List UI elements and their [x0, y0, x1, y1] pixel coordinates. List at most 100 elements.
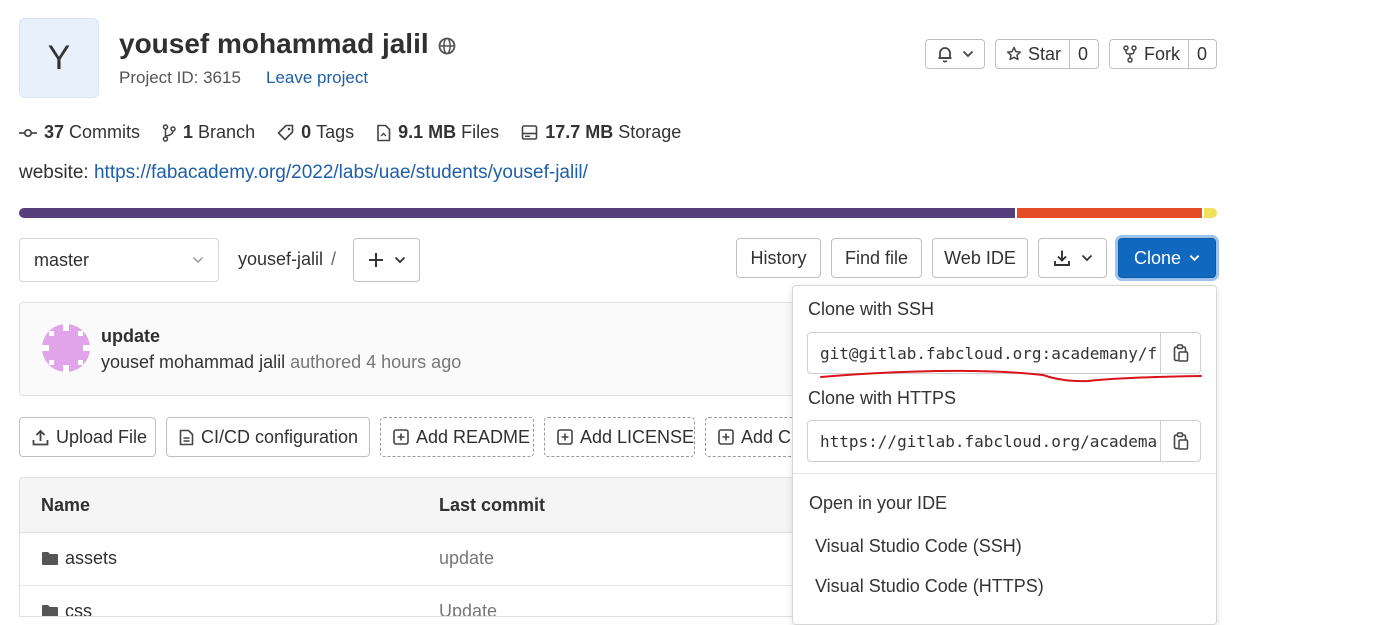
folder-name: css [65, 601, 92, 617]
language-segment [19, 208, 1015, 218]
folder-icon [41, 551, 59, 566]
commits-count: 37 [44, 122, 65, 142]
commit-message-cell[interactable]: Update [439, 601, 497, 616]
add-readme-label: Add README [416, 426, 531, 447]
plus-square-icon [393, 429, 416, 445]
download-icon [1053, 249, 1071, 267]
breadcrumb-separator: / [331, 249, 337, 269]
fork-count[interactable]: 0 [1188, 40, 1215, 68]
table-row[interactable]: assets update [20, 533, 798, 586]
upload-file-button[interactable]: Upload File [19, 417, 156, 457]
add-license-button[interactable]: Add LICENSE [544, 417, 695, 457]
commit-message-cell[interactable]: update [439, 548, 494, 569]
https-url-input[interactable] [807, 420, 1161, 462]
website-label: website: [19, 162, 94, 183]
branches-count: 1 [183, 122, 194, 142]
folder-icon [41, 604, 59, 616]
plus-square-icon [718, 429, 741, 445]
tag-icon [277, 124, 301, 141]
leave-project-link[interactable]: Leave project [266, 68, 368, 88]
table-header: Name Last commit [20, 478, 798, 533]
branch-name: master [34, 249, 90, 270]
last-commit-panel [19, 302, 799, 396]
chevron-down-icon [192, 256, 204, 264]
storage-label: Storage [618, 122, 682, 142]
commit-icon [19, 127, 44, 139]
file-name-cell[interactable]: css [41, 601, 92, 617]
commits-stat[interactable]: 37 Commits [19, 122, 140, 143]
fork-button[interactable]: Fork 0 [1109, 39, 1217, 69]
star-button[interactable]: Star 0 [995, 39, 1099, 69]
document-icon [179, 429, 201, 446]
files-label: Files [461, 122, 500, 142]
avatar-letter: Y [47, 38, 71, 77]
breadcrumb: yousef-jalil / [238, 249, 336, 270]
star-label: Star [1028, 43, 1062, 64]
website-link[interactable]: https://fabacademy.org/2022/labs/uae/stu… [94, 162, 588, 183]
commit-author-link[interactable]: yousef mohammad jalil [101, 352, 285, 372]
storage-size: 17.7 MB [545, 122, 614, 142]
dropdown-divider [793, 473, 1216, 474]
history-button[interactable]: History [736, 238, 821, 278]
find-file-button[interactable]: Find file [831, 238, 922, 278]
open-in-ide-label: Open in your IDE [809, 493, 948, 513]
author-avatar[interactable] [41, 323, 91, 373]
clone-dropdown: Clone with SSH Clone with HTTPS Open in … [792, 285, 1217, 625]
fork-icon [1122, 45, 1138, 63]
download-button[interactable] [1038, 238, 1107, 278]
add-readme-button[interactable]: Add README [380, 417, 534, 457]
cicd-configuration-button[interactable]: CI/CD configuration [166, 417, 370, 457]
storage-stat[interactable]: 17.7 MB Storage [521, 122, 681, 143]
file-icon [376, 124, 398, 142]
cicd-label: CI/CD configuration [201, 426, 359, 447]
branch-selector[interactable]: master [19, 238, 219, 282]
project-stats: 37 Commits 1 Branch 0 Tags 9.1 MB Files … [19, 122, 703, 143]
plus-icon [368, 252, 384, 268]
language-segment [1014, 208, 1202, 218]
add-to-tree-button[interactable] [353, 238, 420, 282]
repository-language-bar [19, 208, 1217, 218]
fork-label: Fork [1144, 43, 1180, 64]
bell-icon [936, 45, 954, 63]
clone-label: Clone [1133, 247, 1182, 268]
project-avatar: Y [19, 18, 99, 98]
star-count[interactable]: 0 [1069, 40, 1096, 68]
last-commit-column-header: Last commit [439, 495, 546, 515]
commits-label: Commits [69, 122, 141, 142]
project-description: website: https://fabacademy.org/2022/lab… [19, 162, 588, 184]
chevron-down-icon [1081, 254, 1093, 262]
copy-https-button[interactable] [1160, 420, 1201, 462]
web-ide-button[interactable]: Web IDE [932, 238, 1028, 278]
public-globe-icon [438, 37, 456, 55]
file-name-cell[interactable]: assets [41, 548, 117, 569]
open-vscode-https[interactable]: Visual Studio Code (HTTPS) [815, 576, 1044, 597]
chevron-down-icon [962, 50, 974, 58]
project-title: yousef mohammad jalil [119, 28, 429, 59]
red-underline-annotation [820, 369, 1202, 383]
file-tree-table: Name Last commit assets update css Updat… [19, 477, 799, 617]
clone-ssh-label: Clone with SSH [808, 299, 935, 319]
clone-https-label: Clone with HTTPS [808, 388, 957, 408]
branches-label: Branch [198, 122, 256, 142]
upload-file-label: Upload File [56, 426, 148, 447]
language-segment [1201, 208, 1217, 218]
table-row[interactable]: css Update [20, 586, 798, 617]
upload-icon [32, 429, 56, 446]
notification-button[interactable] [925, 39, 985, 69]
chevron-down-icon [1189, 254, 1200, 262]
commit-time: authored 4 hours ago [285, 352, 462, 372]
branch-icon [162, 123, 183, 142]
commit-message-link[interactable]: update [101, 326, 160, 347]
breadcrumb-project[interactable]: yousef-jalil [238, 249, 323, 269]
star-icon [1006, 46, 1022, 62]
add-license-label: Add LICENSE [580, 426, 695, 447]
clone-button[interactable]: Clone [1118, 238, 1216, 278]
copy-icon [1173, 432, 1189, 450]
folder-name: assets [65, 548, 118, 568]
open-vscode-ssh[interactable]: Visual Studio Code (SSH) [815, 536, 1022, 557]
storage-icon [521, 124, 545, 141]
branches-stat[interactable]: 1 Branch [162, 122, 255, 143]
files-stat[interactable]: 9.1 MB Files [376, 122, 499, 143]
files-size: 9.1 MB [398, 122, 457, 142]
tags-stat[interactable]: 0 Tags [277, 122, 354, 143]
